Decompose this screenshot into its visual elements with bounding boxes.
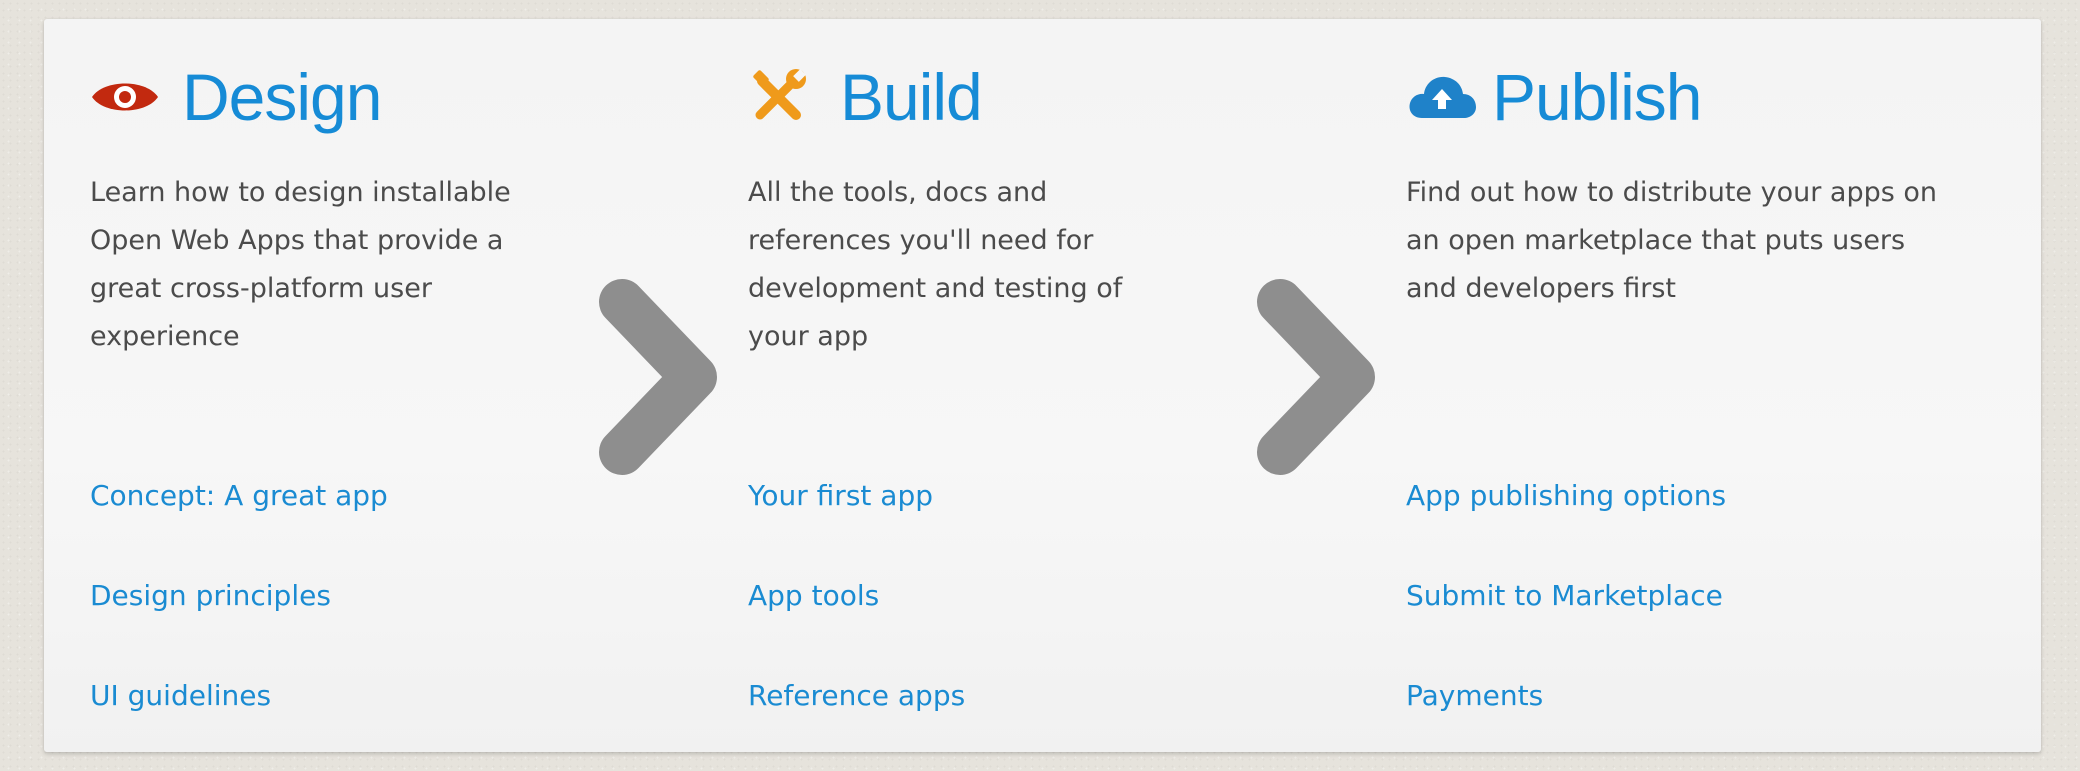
design-heading: Design: [90, 47, 382, 147]
list-item: App publishing options: [1406, 471, 1726, 571]
publish-title: Publish: [1492, 60, 1702, 134]
link-app-publishing-options[interactable]: App publishing options: [1406, 479, 1726, 512]
list-item: Design principles: [90, 571, 388, 671]
list-item: Payments: [1406, 671, 1726, 771]
publish-description: Find out how to distribute your apps on …: [1406, 169, 2026, 313]
build-links: Your first app App tools Reference apps: [748, 471, 965, 771]
design-links: Concept: A great app Design principles U…: [90, 471, 388, 771]
overview-panel: Design Learn how to design installable O…: [44, 19, 2041, 752]
link-your-first-app[interactable]: Your first app: [748, 479, 933, 512]
chevron-right-icon: [1252, 274, 1384, 480]
design-title: Design: [182, 60, 382, 134]
chevron-right-icon: [594, 274, 726, 480]
publish-column: Publish Find out how to distribute your …: [1406, 19, 2006, 752]
eye-icon: [90, 58, 168, 136]
list-item: Your first app: [748, 471, 965, 571]
cloud-upload-icon: [1406, 58, 1484, 136]
description-line: and developers first: [1406, 273, 1676, 304]
list-item: Reference apps: [748, 671, 965, 771]
build-heading: Build: [748, 47, 983, 147]
description-line: Learn how to design installable: [90, 177, 511, 208]
publish-heading: Publish: [1406, 47, 1702, 147]
build-title: Build: [840, 60, 983, 134]
list-item: Concept: A great app: [90, 471, 388, 571]
list-item: App tools: [748, 571, 965, 671]
link-submit-to-marketplace[interactable]: Submit to Marketplace: [1406, 579, 1723, 612]
link-design-principles[interactable]: Design principles: [90, 579, 331, 612]
description-line: references you'll need for: [748, 225, 1094, 256]
link-app-tools[interactable]: App tools: [748, 579, 879, 612]
link-payments[interactable]: Payments: [1406, 679, 1543, 712]
link-concept-great-app[interactable]: Concept: A great app: [90, 479, 388, 512]
description-line: All the tools, docs and: [748, 177, 1048, 208]
description-line: Find out how to distribute your apps on: [1406, 177, 1938, 208]
link-reference-apps[interactable]: Reference apps: [748, 679, 965, 712]
description-line: an open marketplace that puts users: [1406, 225, 1906, 256]
publish-links: App publishing options Submit to Marketp…: [1406, 471, 1726, 771]
link-ui-guidelines[interactable]: UI guidelines: [90, 679, 271, 712]
list-item: UI guidelines: [90, 671, 388, 771]
list-item: Submit to Marketplace: [1406, 571, 1726, 671]
wrench-screwdriver-icon: [748, 58, 826, 136]
description-line: Open Web Apps that provide a: [90, 225, 504, 256]
